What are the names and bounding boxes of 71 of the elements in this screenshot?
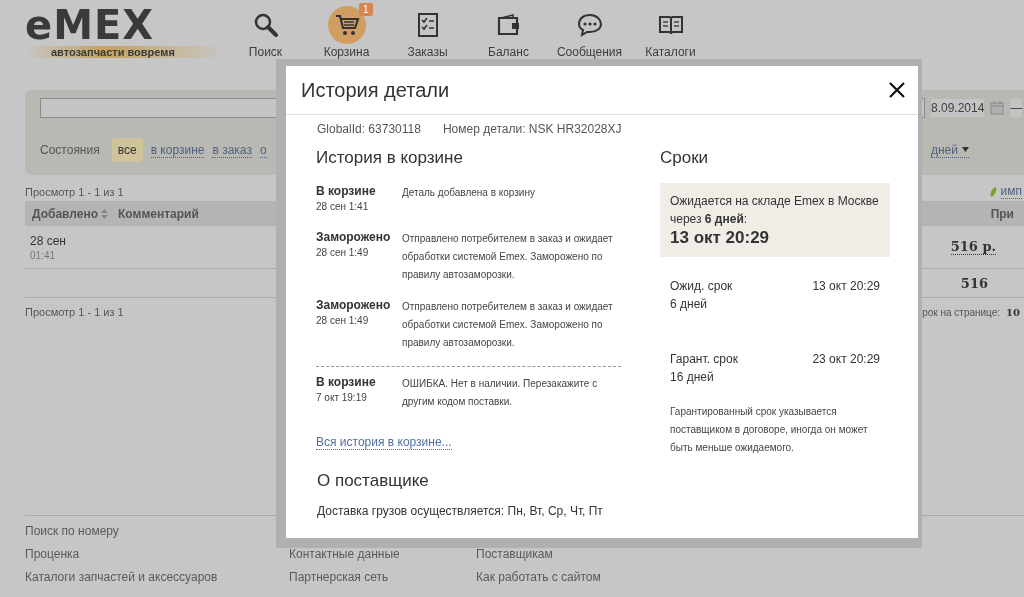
history-link[interactable]: Вся история в корзине... bbox=[316, 435, 452, 450]
state-filter[interactable]: в заказ bbox=[212, 142, 252, 158]
pager-text: Просмотр 1 - 1 из 1 bbox=[25, 185, 124, 198]
price-link[interactable]: 516 р. bbox=[950, 239, 996, 255]
nav-item[interactable]: Заказы bbox=[387, 0, 468, 59]
footer-link[interactable]: Проценка bbox=[25, 547, 289, 562]
footer-link[interactable]: Поставщикам bbox=[476, 547, 601, 562]
footer-link[interactable]: Партнерская сеть bbox=[289, 570, 476, 585]
date-field[interactable]: 8.09.2014 bbox=[931, 99, 985, 117]
nav-item[interactable]: Поиск bbox=[225, 0, 306, 59]
terms-note: Гарантированный срок указывается поставщиком в договоре, иногда он может быть меньше ожидаемого. bbox=[669, 405, 869, 455]
count-badge: 1 bbox=[359, 3, 373, 16]
history-status: Заморожено bbox=[316, 230, 392, 244]
period-dropdown[interactable]: дней bbox=[931, 142, 969, 158]
history-date: 28 сен 1:49 bbox=[316, 314, 370, 328]
column-header[interactable]: Комментарий bbox=[118, 206, 199, 221]
term-date: 23 окт 20:29 bbox=[812, 351, 880, 368]
close-icon bbox=[888, 81, 906, 99]
section-heading: Сроки bbox=[660, 148, 710, 168]
footer-link[interactable]: Каталоги запчастей и аксессуаров bbox=[25, 570, 289, 585]
history-status: В корзине bbox=[316, 375, 377, 389]
nav-item[interactable]: Баланс bbox=[468, 0, 549, 59]
states-label: Состояния bbox=[40, 143, 100, 157]
sort-icon bbox=[101, 208, 109, 219]
history-text: Отправлено потребителем в заказ и ожидает обработки системой Emex. Заморожено по правилу автозаморозки. bbox=[402, 232, 614, 282]
expected-text: Ожидается на складе Emex в Москве через 6 дней: bbox=[670, 194, 879, 226]
history-date: 7 окт 19:19 bbox=[316, 391, 368, 405]
term-label: Гарант. срок bbox=[670, 351, 738, 368]
expected-date: 13 окт 20:29 bbox=[670, 228, 771, 248]
per-page-value[interactable]: 10 bbox=[1006, 306, 1020, 318]
state-filter[interactable]: все bbox=[111, 138, 143, 162]
term-label: Ожид. срок bbox=[670, 278, 733, 295]
history-status: В корзине bbox=[316, 184, 377, 198]
history-date: 28 сен 1:49 bbox=[316, 246, 370, 260]
nav-item[interactable]: Сообщения bbox=[549, 0, 630, 59]
leaf-icon bbox=[989, 186, 997, 197]
table-cell: 28 сен bbox=[30, 233, 66, 248]
state-filter[interactable]: о bbox=[259, 142, 267, 158]
global-id: GlobalId: 63730118 bbox=[317, 122, 421, 136]
history-text: Деталь добавлена в корзину bbox=[402, 186, 536, 200]
pager-text: Просмотр 1 - 1 из 1 bbox=[25, 306, 124, 318]
total-cell: 516 bbox=[960, 275, 988, 291]
chat-icon[interactable] bbox=[576, 12, 603, 38]
supplier-text: Доставка грузов осуществляется: Пн, Вт, Ср, Чт, Пт bbox=[317, 504, 604, 518]
part-number: Номер детали: NSK HR32028XJ bbox=[442, 122, 622, 136]
history-status: Заморожено bbox=[316, 298, 392, 312]
column-header[interactable]: Добавлено bbox=[32, 206, 109, 221]
term-days: 6 дней bbox=[670, 295, 733, 313]
date-separator: — bbox=[1010, 99, 1023, 117]
nav-item[interactable]: Корзина 1 bbox=[306, 0, 387, 59]
column-header[interactable]: При bbox=[990, 206, 1014, 221]
footer-link[interactable]: Как работать с сайтом bbox=[476, 570, 601, 585]
state-filter[interactable]: в корзине bbox=[150, 142, 205, 158]
section-heading: О поставщике bbox=[317, 471, 430, 491]
history-text: ОШИБКА. Нет в наличии. Перезакажите с другим кодом поставки. bbox=[402, 377, 599, 409]
history-text: Отправлено потребителем в заказ и ожидает обработки системой Emex. Заморожено по правилу автозаморозки. bbox=[402, 300, 614, 350]
section-heading: История в корзине bbox=[316, 148, 464, 168]
footer-link[interactable]: Контактные данные bbox=[289, 547, 476, 562]
history-date: 28 сен 1:41 bbox=[316, 200, 370, 214]
per-page-label: рок на странице: bbox=[922, 306, 1001, 318]
caret-icon bbox=[962, 147, 969, 152]
nav-item[interactable]: Каталоги bbox=[630, 0, 711, 59]
logo-wordmark: eMEX bbox=[25, 4, 155, 46]
search-icon[interactable] bbox=[252, 12, 279, 38]
table-cell-text: 01:41 bbox=[30, 249, 57, 261]
term-days: 16 дней bbox=[670, 368, 738, 386]
wallet-icon[interactable] bbox=[495, 12, 522, 38]
cart-icon[interactable] bbox=[333, 12, 360, 38]
import-link[interactable]: имп bbox=[989, 184, 1022, 199]
term-date: 13 окт 20:29 bbox=[812, 278, 880, 295]
modal-title: История детали bbox=[301, 78, 450, 102]
